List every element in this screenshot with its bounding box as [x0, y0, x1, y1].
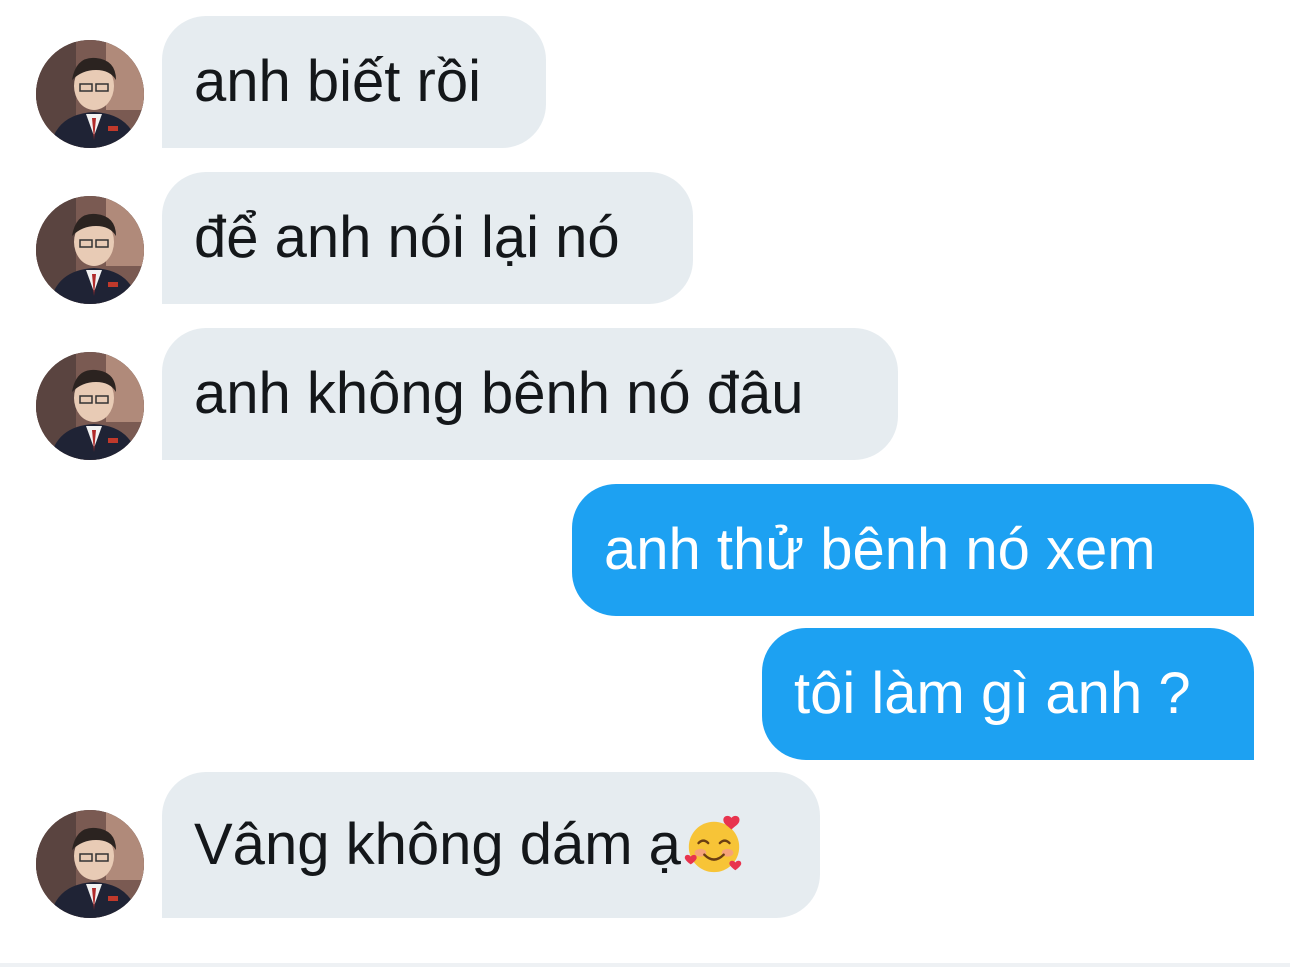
avatar-photo	[36, 196, 144, 304]
dm-conversation: anh biết rồi để anh nói lại nó anh không…	[0, 0, 1290, 967]
avatar-photo	[36, 40, 144, 148]
message-bubble-outgoing[interactable]: tôi làm gì anh ?	[762, 628, 1254, 760]
avatar[interactable]	[36, 40, 144, 148]
divider	[0, 963, 1290, 967]
avatar-photo	[36, 352, 144, 460]
avatar[interactable]	[36, 352, 144, 460]
message-text: Vâng không dám ạ	[194, 812, 681, 877]
avatar[interactable]	[36, 810, 144, 918]
message-bubble-incoming[interactable]: anh biết rồi	[162, 16, 546, 148]
message-text: tôi làm gì anh ?	[794, 661, 1191, 726]
message-text: anh biết rồi	[194, 49, 481, 114]
message-bubble-outgoing[interactable]: anh thử bênh nó xem	[572, 484, 1254, 616]
message-bubble-incoming[interactable]: Vâng không dám ạ	[162, 772, 820, 918]
message-bubble-incoming[interactable]: để anh nói lại nó	[162, 172, 693, 304]
avatar-photo	[36, 810, 144, 918]
smiling-face-with-hearts-icon	[683, 814, 745, 876]
message-text: anh không bênh nó đâu	[194, 361, 804, 426]
message-text: để anh nói lại nó	[194, 205, 620, 270]
message-bubble-incoming[interactable]: anh không bênh nó đâu	[162, 328, 898, 460]
avatar[interactable]	[36, 196, 144, 304]
message-text: anh thử bênh nó xem	[604, 517, 1156, 582]
